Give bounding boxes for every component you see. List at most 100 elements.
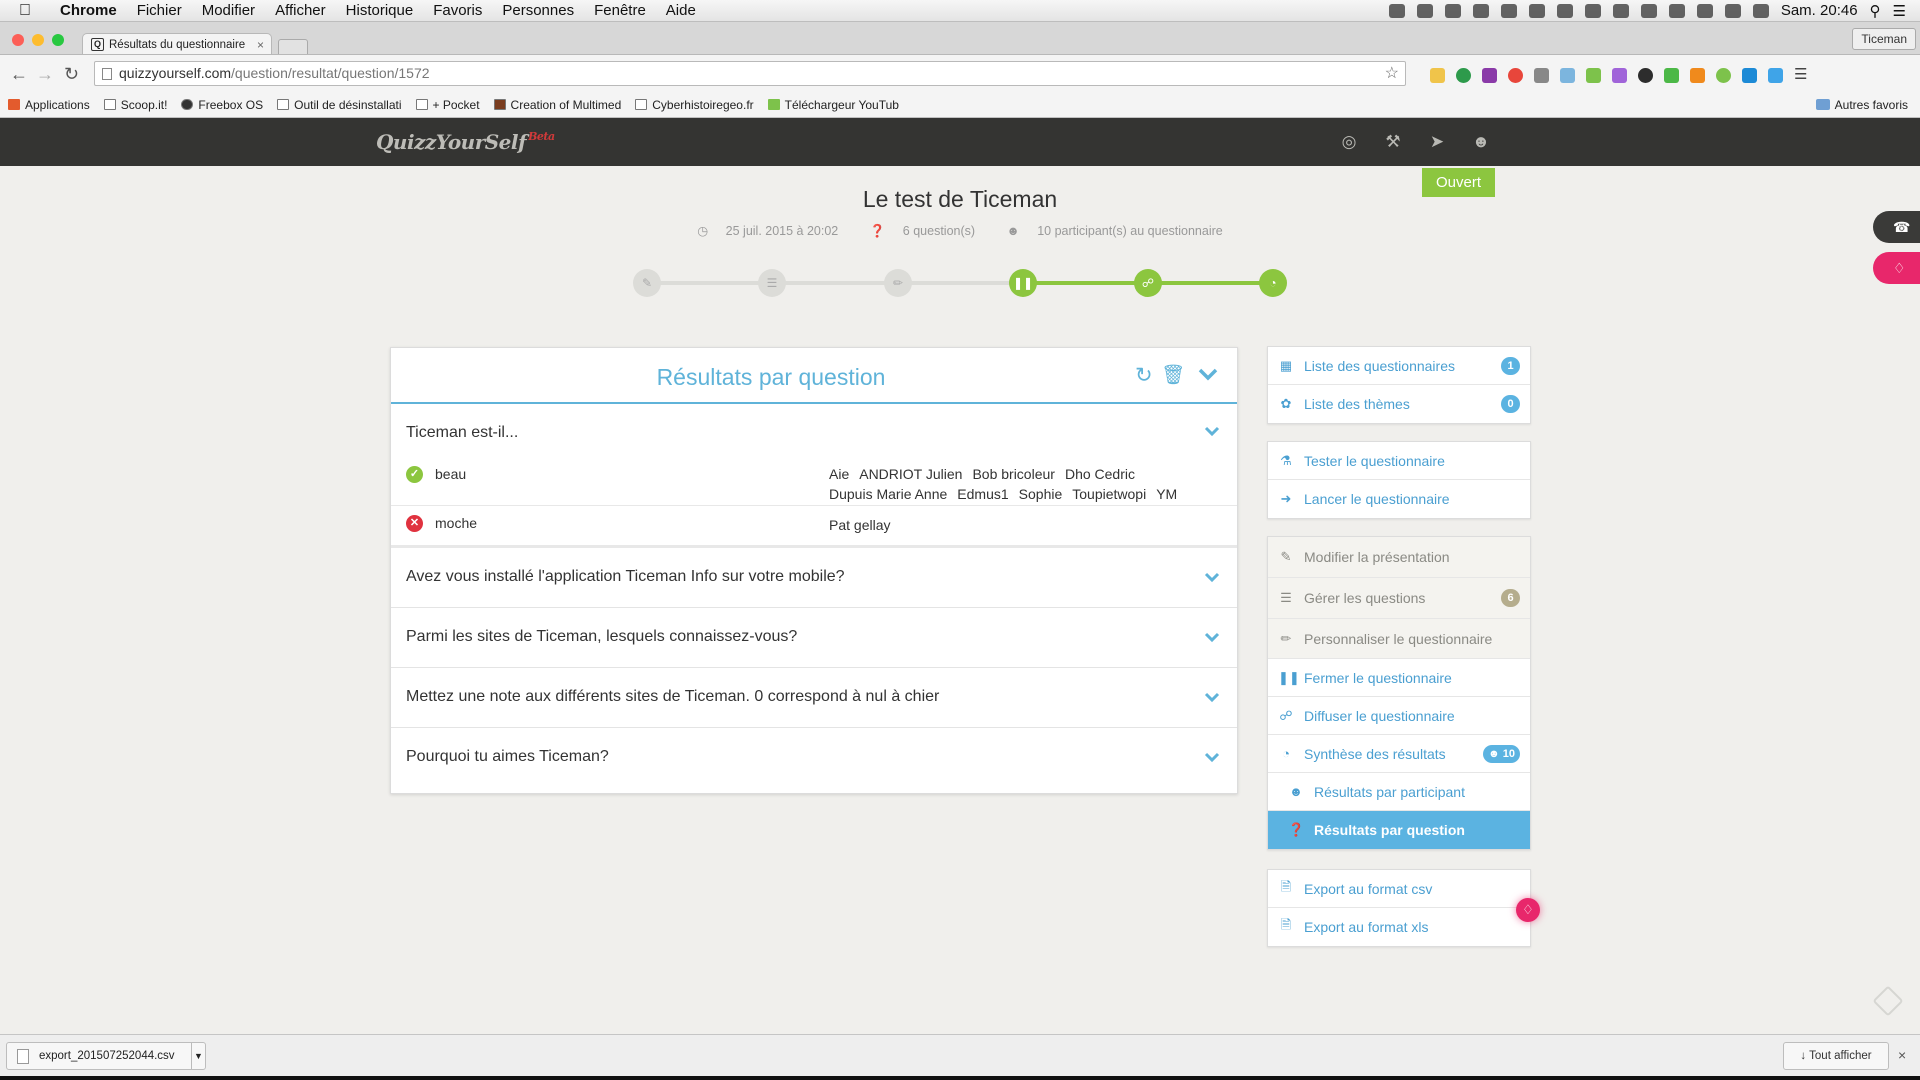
step-brush-icon[interactable]: ✏ bbox=[884, 269, 912, 297]
apple-icon[interactable]:  bbox=[0, 2, 50, 20]
new-tab-button[interactable] bbox=[278, 39, 308, 55]
asterisk-icon[interactable] bbox=[1508, 68, 1523, 83]
sidebar-item-questionnaires[interactable]: ▦ Liste des questionnaires 1 bbox=[1268, 347, 1530, 385]
rss-icon[interactable] bbox=[1690, 68, 1705, 83]
screenshot-icon[interactable] bbox=[1742, 68, 1757, 83]
spotlight-icon[interactable]: ⚲ bbox=[1870, 2, 1881, 20]
feather-icon[interactable] bbox=[1612, 68, 1627, 83]
question-row[interactable]: Pourquoi tu aimes Ticeman? bbox=[391, 728, 1237, 788]
menu-aide[interactable]: Aide bbox=[656, 2, 706, 19]
bluebird-icon[interactable] bbox=[1768, 68, 1783, 83]
send-icon[interactable]: ➤ bbox=[1426, 131, 1448, 153]
chevron-down-icon[interactable] bbox=[1203, 628, 1221, 646]
download-menu-arrow-icon[interactable]: ▼ bbox=[191, 1043, 205, 1069]
question-row[interactable]: Mettez une note aux différents sites de … bbox=[391, 668, 1237, 728]
menu-modifier[interactable]: Modifier bbox=[192, 2, 265, 19]
eye-icon[interactable] bbox=[1638, 68, 1653, 83]
question-row[interactable]: Avez vous installé l'application Ticeman… bbox=[391, 548, 1237, 608]
back-icon[interactable]: ← bbox=[10, 64, 28, 85]
bookmark-scoopit[interactable]: Scoop.it! bbox=[103, 98, 167, 112]
bookmark-outil[interactable]: Outil de désinstallati bbox=[277, 98, 402, 112]
bookmark-youtube[interactable]: Téléchargeur YouTub bbox=[767, 98, 899, 112]
tool-icon[interactable] bbox=[1534, 68, 1549, 83]
sidebar-item-export-xls[interactable]: 🗎 Export au format xls bbox=[1268, 908, 1530, 946]
photo-icon[interactable] bbox=[1500, 3, 1517, 18]
bell-icon[interactable] bbox=[1556, 3, 1573, 18]
menu-afficher[interactable]: Afficher bbox=[265, 2, 336, 19]
menu-fenetre[interactable]: Fenêtre bbox=[584, 2, 656, 19]
timemachine-icon[interactable] bbox=[1668, 3, 1685, 18]
bookmark-star-icon[interactable]: ☆ bbox=[1385, 62, 1399, 85]
sidebar-item-export-csv[interactable]: 🗎 Export au format csv bbox=[1268, 870, 1530, 908]
menu-historique[interactable]: Historique bbox=[336, 2, 424, 19]
chevron-down-icon[interactable] bbox=[1203, 422, 1221, 440]
sidebar-item-diffuser[interactable]: ☍ Diffuser le questionnaire bbox=[1268, 697, 1530, 735]
show-all-downloads-button[interactable]: ↓ Tout afficher bbox=[1783, 1042, 1889, 1070]
step-edit-icon[interactable]: ✎ bbox=[633, 269, 661, 297]
hammer-icon[interactable]: ⚒ bbox=[1382, 131, 1404, 153]
status-icon[interactable] bbox=[1388, 3, 1405, 18]
evernote-icon[interactable] bbox=[1456, 68, 1471, 83]
announce-tab[interactable]: ☎ bbox=[1873, 211, 1920, 243]
sidebar-item-presentation[interactable]: ✎ Modifier la présentation bbox=[1268, 537, 1530, 578]
bookmark-pocket[interactable]: + Pocket bbox=[415, 98, 480, 112]
sidebar-item-par-participant[interactable]: ☻ Résultats par participant bbox=[1268, 773, 1530, 811]
collapse-chevron-icon[interactable] bbox=[1197, 363, 1219, 385]
refresh-icon[interactable]: ↻ bbox=[1135, 363, 1153, 388]
bookmark-apps[interactable]: Applications bbox=[8, 98, 90, 112]
help-icon[interactable]: ◎ bbox=[1338, 131, 1360, 153]
tag-icon[interactable] bbox=[1872, 985, 1904, 1017]
premium-diamond-icon[interactable]: ♢ bbox=[1516, 898, 1540, 922]
green-dot-icon[interactable] bbox=[1716, 68, 1731, 83]
sidebar-item-personnaliser[interactable]: ✏ Personnaliser le questionnaire bbox=[1268, 619, 1530, 659]
menu-personnes[interactable]: Personnes bbox=[492, 2, 584, 19]
bookmark-freebox[interactable]: Freebox OS bbox=[181, 98, 263, 112]
eject-icon[interactable] bbox=[1640, 3, 1657, 18]
window-close-button[interactable] bbox=[12, 34, 24, 46]
trash-icon[interactable]: 🗑 bbox=[1161, 363, 1185, 387]
premium-tab[interactable]: ♢ bbox=[1873, 252, 1920, 284]
sidebar-item-lancer[interactable]: ➜ Lancer le questionnaire bbox=[1268, 480, 1530, 518]
profile-button[interactable]: Ticeman bbox=[1852, 28, 1916, 50]
window-minimize-button[interactable] bbox=[32, 34, 44, 46]
drive-icon[interactable] bbox=[1472, 3, 1489, 18]
address-bar[interactable]: quizzyourself.com/question/resultat/ques… bbox=[94, 61, 1406, 86]
user-icon[interactable]: ☻ bbox=[1470, 131, 1492, 153]
site-logo[interactable]: QuizzYourSelf Beta bbox=[376, 130, 555, 154]
step-share-icon[interactable]: ☍ bbox=[1134, 269, 1162, 297]
clock[interactable]: Sam. 20:46 bbox=[1781, 2, 1858, 19]
sidebar-item-par-question[interactable]: ❓ Résultats par question bbox=[1268, 811, 1530, 849]
step-pause-icon[interactable]: ❚❚ bbox=[1009, 269, 1037, 297]
step-list-icon[interactable]: ☰ bbox=[758, 269, 786, 297]
volume-icon[interactable] bbox=[1752, 3, 1769, 18]
circle-icon[interactable] bbox=[1584, 3, 1601, 18]
menu-app[interactable]: Chrome bbox=[50, 2, 127, 19]
download-item[interactable]: export_201507252044.csv ▼ bbox=[6, 1042, 206, 1070]
sidebar-item-tester[interactable]: ⚗ Tester le questionnaire bbox=[1268, 442, 1530, 480]
reload-icon[interactable]: ↻ bbox=[64, 64, 79, 85]
bookmark-creation[interactable]: Creation of Multimed bbox=[493, 98, 621, 112]
window-zoom-button[interactable] bbox=[52, 34, 64, 46]
bookmark-cyberhistoire[interactable]: Cyberhistoiregeo.fr bbox=[635, 98, 754, 112]
extension-icon[interactable] bbox=[1430, 68, 1445, 83]
menu-favoris[interactable]: Favoris bbox=[423, 2, 492, 19]
chrome-menu-icon[interactable]: ☰ bbox=[1794, 67, 1809, 83]
sync-icon[interactable] bbox=[1528, 3, 1545, 18]
chevron-down-icon[interactable] bbox=[1203, 568, 1221, 586]
browser-tab[interactable]: Q Résultats du questionnaire × bbox=[82, 33, 272, 55]
bluetooth-icon[interactable] bbox=[1696, 3, 1713, 18]
onenote-icon[interactable] bbox=[1482, 68, 1497, 83]
camera-icon[interactable] bbox=[1560, 68, 1575, 83]
wifi-icon[interactable] bbox=[1724, 3, 1741, 18]
forward-icon[interactable]: → bbox=[36, 64, 54, 85]
menu-fichier[interactable]: Fichier bbox=[127, 2, 192, 19]
other-bookmarks[interactable]: Autres favoris bbox=[1815, 98, 1908, 112]
cloud-icon[interactable] bbox=[1444, 3, 1461, 18]
chevron-down-icon[interactable] bbox=[1203, 748, 1221, 766]
sidebar-item-synthese[interactable]: ◔ Synthèse des résultats ☻ 10 bbox=[1268, 735, 1530, 773]
feedly-icon[interactable] bbox=[1664, 68, 1679, 83]
sidebar-item-fermer[interactable]: ❚❚ Fermer le questionnaire bbox=[1268, 659, 1530, 697]
dropbox-icon[interactable] bbox=[1416, 3, 1433, 18]
close-downloads-icon[interactable]: × bbox=[1898, 1047, 1906, 1063]
tab-close-icon[interactable]: × bbox=[257, 38, 264, 52]
